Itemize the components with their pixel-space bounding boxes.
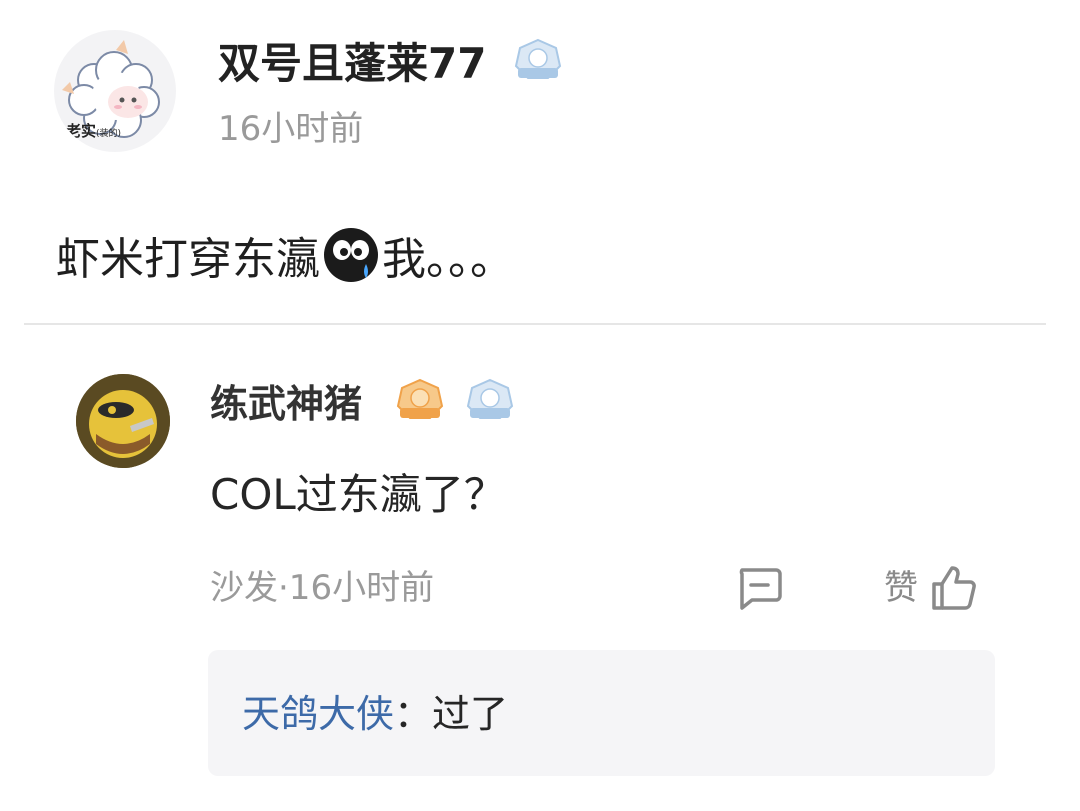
avatar-caption-small: (装的) [96, 129, 122, 139]
like-label: 赞 [884, 568, 918, 608]
sub-reply-author[interactable]: 天鸽大侠 [242, 692, 394, 736]
divider [24, 323, 1046, 325]
crying-emoji-icon [324, 228, 378, 282]
avatar-caption: 老实(装的) [66, 120, 121, 141]
member-badge-icon[interactable] [462, 378, 518, 424]
post-text-part2: 我。。。 [382, 234, 514, 285]
post-content: 虾米打穿东瀛 我。。。 [56, 226, 514, 291]
sub-reply-colon: ： [394, 692, 433, 736]
post-author-name[interactable]: 双号且蓬莱77 [218, 36, 486, 92]
avatar-caption-main: 老实 [66, 122, 97, 140]
comment-text: COL过东瀛了？ [210, 470, 506, 519]
comment-author-name[interactable]: 练武神猪 [210, 378, 362, 430]
member-badge-icon[interactable] [510, 38, 566, 84]
commenter-avatar[interactable] [76, 374, 170, 468]
post-time: 16小时前 [218, 109, 364, 149]
sub-reply: 天鸽大侠：过了 [242, 688, 508, 740]
orange-badge-icon[interactable] [392, 378, 448, 424]
thumbs-up-icon [932, 566, 976, 610]
comment-icon[interactable] [734, 564, 784, 612]
comment-meta: 沙发·16小时前 [210, 568, 435, 608]
author-avatar[interactable]: 老实(装的) [54, 30, 176, 152]
sub-reply-text: 过了 [432, 692, 509, 736]
post-text-part1: 虾米打穿东瀛 [56, 234, 320, 285]
like-button[interactable]: 赞 [884, 562, 978, 614]
sub-reply-box[interactable]: 天鸽大侠：过了 [208, 650, 995, 776]
